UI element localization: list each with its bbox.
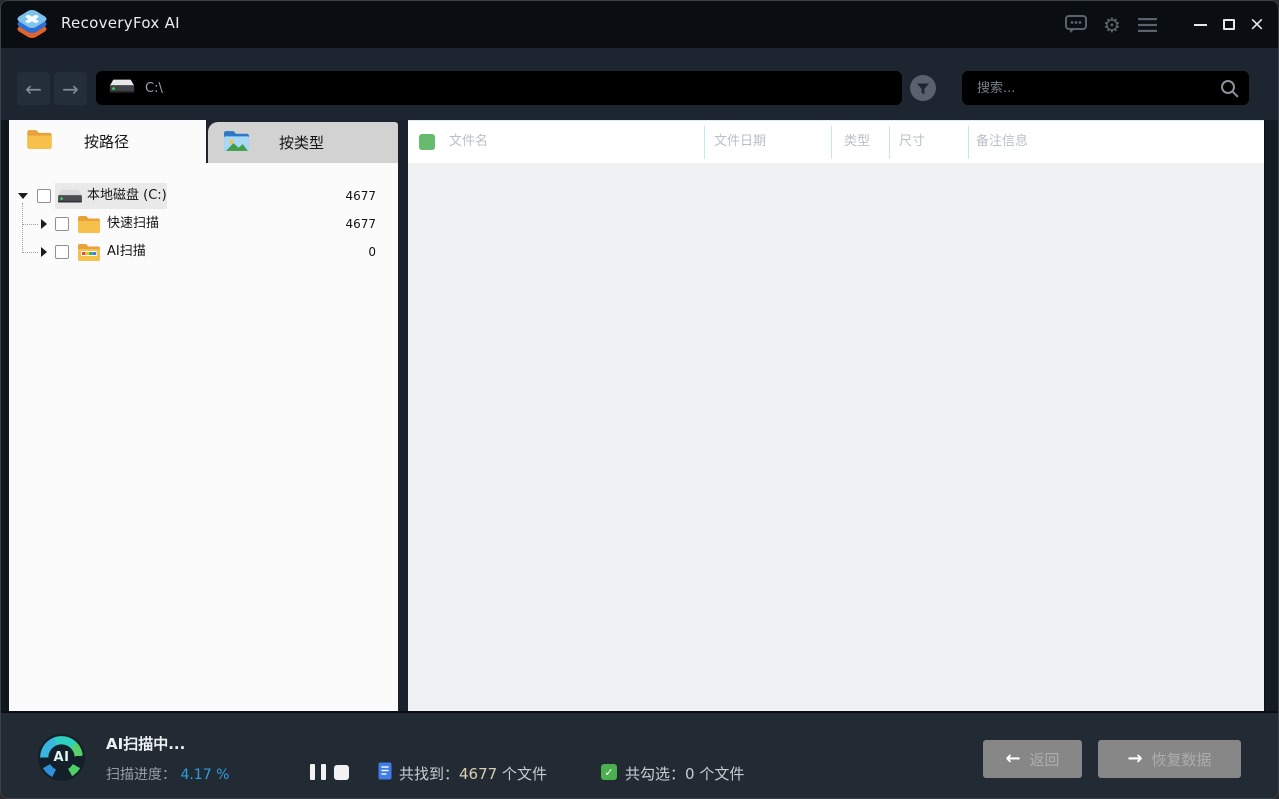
search-box	[962, 71, 1249, 105]
navigation-toolbar: ← → C:\	[1, 48, 1278, 120]
sidebar-tabbar: 按路径 按类型	[9, 120, 398, 163]
column-note[interactable]: 备注信息	[976, 121, 1028, 163]
recover-button-label: 恢复数据	[1151, 750, 1212, 769]
column-separator[interactable]	[704, 126, 705, 159]
title-bar: RecoveryFox AI ⚙ ×	[1, 1, 1278, 48]
filter-funnel-icon[interactable]	[910, 75, 936, 101]
expand-arrow-icon[interactable]	[41, 219, 47, 229]
found-label: 共找到：	[399, 765, 460, 783]
sidebar: 按路径 按类型 本地磁盘 (C:) 4677 快速扫描 4677 AI扫描 0	[9, 120, 398, 711]
tree-row-local-disk[interactable]: 本地磁盘 (C:) 4677	[9, 182, 398, 210]
column-separator[interactable]	[968, 126, 969, 159]
search-input[interactable]	[962, 71, 1249, 105]
tree-checkbox[interactable]	[55, 245, 69, 259]
document-icon	[378, 762, 392, 784]
close-button[interactable]: ×	[1244, 1, 1270, 48]
picture-folder-icon	[223, 130, 250, 156]
column-filedate[interactable]: 文件日期	[714, 121, 766, 163]
file-list-body	[408, 163, 1264, 711]
path-field[interactable]: C:\	[96, 71, 902, 105]
column-separator[interactable]	[831, 126, 832, 159]
scan-progress: 扫描进度： 4.17 %	[106, 764, 229, 784]
column-filename[interactable]: 文件名	[449, 121, 488, 163]
tree-checkbox[interactable]	[55, 217, 69, 231]
checked-suffix: 个文件	[694, 765, 745, 783]
pause-button[interactable]	[310, 764, 326, 780]
scan-status-title: AI扫描中...	[106, 735, 186, 753]
checked-number: 0	[685, 765, 695, 783]
forward-nav-button[interactable]: →	[54, 72, 87, 105]
tab-by-type[interactable]: 按类型	[208, 122, 398, 163]
collapse-arrow-icon[interactable]	[18, 193, 28, 199]
select-all-checkbox[interactable]	[419, 134, 435, 150]
found-number: 4677	[459, 765, 498, 783]
back-button[interactable]: ← 返回	[983, 740, 1082, 778]
search-icon	[1220, 79, 1239, 102]
app-logo-icon	[13, 7, 51, 43]
tree-item-label: 本地磁盘 (C:)	[87, 188, 167, 203]
folder-icon	[26, 129, 53, 154]
file-list-panel: 文件名 文件日期 类型 尺寸 备注信息	[408, 120, 1264, 711]
back-nav-button[interactable]: ←	[17, 72, 50, 105]
recover-arrow-icon: →	[1127, 748, 1143, 769]
progress-label: 扫描进度：	[106, 767, 176, 783]
found-count: 共找到：4677 个文件	[399, 763, 547, 784]
recover-data-button[interactable]: → 恢复数据	[1098, 740, 1241, 778]
column-separator[interactable]	[889, 126, 890, 159]
file-list-header: 文件名 文件日期 类型 尺寸 备注信息	[408, 120, 1264, 163]
drive-icon	[57, 188, 83, 209]
found-suffix: 个文件	[497, 765, 547, 783]
progress-value: 4.17 %	[180, 767, 230, 783]
back-arrow-icon: ←	[1005, 748, 1021, 769]
ai-scan-logo: AI	[38, 734, 85, 781]
right-edge-strip	[1264, 120, 1278, 711]
tab-by-type-label: 按类型	[279, 134, 325, 152]
checked-count: 共勾选：0 个文件	[625, 763, 744, 784]
tree-item-count: 0	[368, 245, 376, 259]
checked-checkbox-icon: ✓	[601, 764, 617, 780]
back-button-label: 返回	[1029, 750, 1060, 769]
tree-checkbox[interactable]	[37, 189, 51, 203]
feedback-chat-icon[interactable]	[1063, 1, 1089, 48]
scan-result-tree: 本地磁盘 (C:) 4677 快速扫描 4677 AI扫描 0	[9, 163, 398, 711]
column-type[interactable]: 类型	[844, 121, 870, 163]
tree-row-ai-scan[interactable]: AI扫描 0	[9, 238, 398, 266]
tree-row-quick-scan[interactable]: 快速扫描 4677	[9, 210, 398, 238]
tab-by-path[interactable]: 按路径	[9, 120, 206, 163]
folder-icon	[77, 215, 101, 238]
minimize-button[interactable]	[1187, 1, 1213, 48]
tab-by-path-label: 按路径	[84, 133, 130, 151]
tree-item-count: 4677	[345, 217, 376, 231]
stop-button[interactable]	[334, 765, 349, 780]
left-edge-strip	[1, 120, 9, 711]
tree-item-count: 4677	[345, 189, 376, 203]
status-bar: AI AI扫描中... 扫描进度： 4.17 % 共找到：4677 个文件 ✓ …	[1, 711, 1278, 798]
tree-item-label: 快速扫描	[107, 216, 160, 231]
maximize-button[interactable]	[1216, 1, 1242, 48]
menu-hamburger-icon[interactable]	[1134, 1, 1160, 48]
column-size[interactable]: 尺寸	[899, 121, 925, 163]
panel-divider[interactable]	[398, 120, 408, 711]
expand-arrow-icon[interactable]	[41, 247, 47, 257]
ai-folder-icon	[77, 243, 101, 266]
path-value: C:\	[145, 80, 163, 96]
settings-gear-icon[interactable]: ⚙	[1099, 1, 1125, 48]
content-area: 按路径 按类型 本地磁盘 (C:) 4677 快速扫描 4677 AI扫描 0 …	[1, 120, 1278, 711]
tree-item-label: AI扫描	[107, 244, 146, 259]
drive-icon	[109, 77, 135, 100]
app-window: RecoveryFox AI ⚙ × ← → C:\ 搜索... 按路径 按类型…	[0, 0, 1279, 799]
checked-label: 共勾选：	[625, 765, 686, 783]
app-title: RecoveryFox AI	[61, 14, 180, 32]
